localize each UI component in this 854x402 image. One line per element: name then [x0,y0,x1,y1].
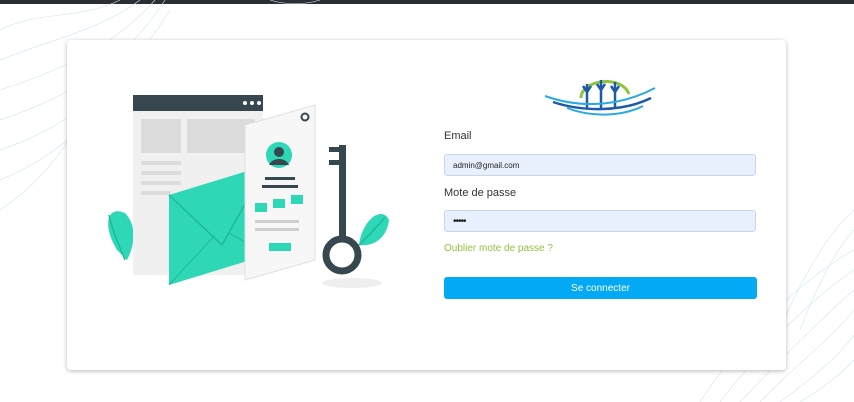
password-label: Mote de passe [444,187,517,199]
login-illustration-icon [108,95,389,288]
login-card: Email Mote de passe Oublier mote de pass… [67,40,786,370]
password-field[interactable] [444,210,756,232]
login-button[interactable]: Se connecter [444,277,757,299]
email-field[interactable] [444,154,756,176]
email-label: Email [444,130,472,142]
forgot-password-link[interactable]: Oublier mote de passe ? [444,243,553,254]
logo-waves-trees-icon [544,80,656,116]
